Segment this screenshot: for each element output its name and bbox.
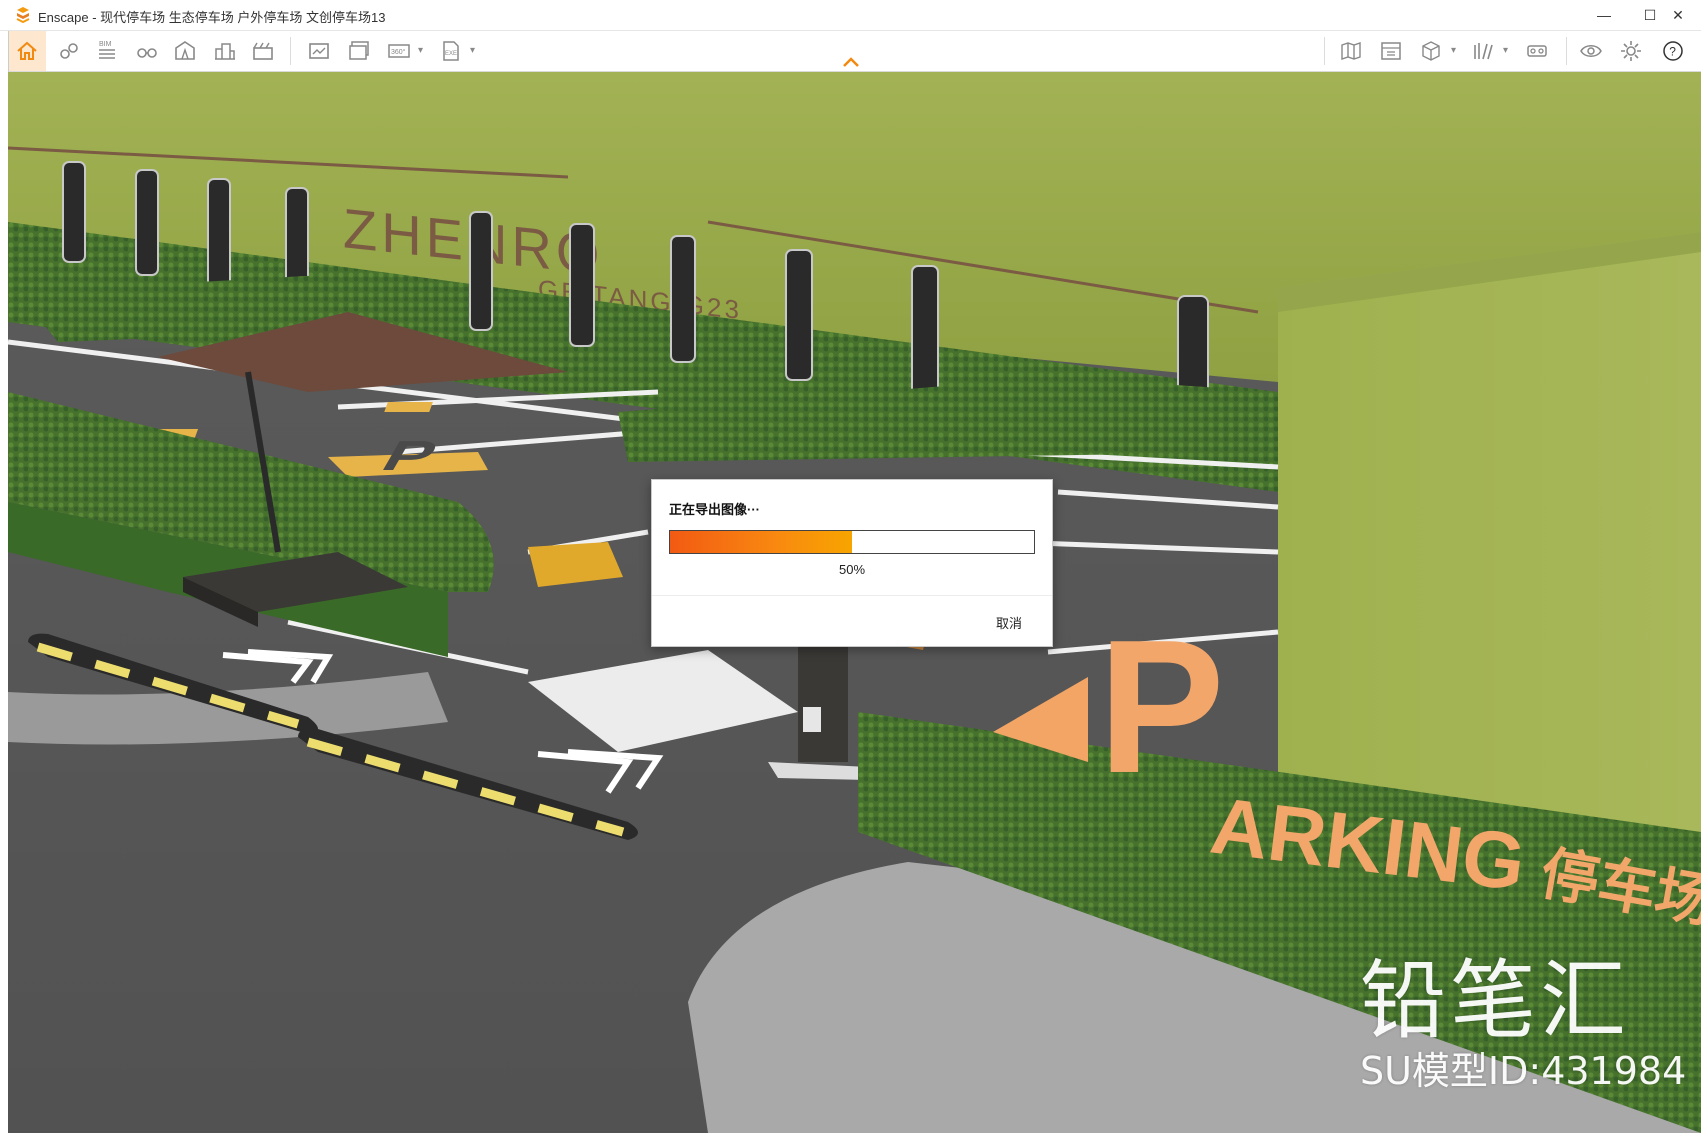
dialog-divider <box>652 595 1052 596</box>
close-button[interactable]: ✕ <box>1655 0 1701 30</box>
toolbar-separator <box>1324 37 1325 65</box>
cancel-button[interactable]: 取消 <box>996 613 1022 632</box>
collapse-toolbar-chevron-icon[interactable] <box>842 56 860 68</box>
progress-percent: 50% <box>838 562 866 577</box>
minimize-button[interactable]: — <box>1581 0 1627 30</box>
library-button[interactable] <box>1464 31 1502 71</box>
chevron-down-icon[interactable]: ▾ <box>470 45 475 56</box>
progress-bar <box>669 530 1035 554</box>
views-icon <box>1381 42 1401 60</box>
panorama-button[interactable]: 360° <box>380 31 418 71</box>
title-bar: Enscape - 现代停车场 生态停车场 户外停车场 文创停车场13 — ☐ … <box>0 0 1701 31</box>
gear-icon <box>1621 41 1641 61</box>
library-icon <box>1474 43 1493 60</box>
bim-list-icon: BIM <box>99 41 115 59</box>
batch-render-icon <box>349 41 369 60</box>
asset-library-icon <box>175 41 195 60</box>
link-button[interactable] <box>50 31 88 71</box>
home-button[interactable] <box>8 31 46 71</box>
svg-text:?: ? <box>1669 45 1676 59</box>
batch-render-button[interactable] <box>340 31 378 71</box>
settings-button[interactable] <box>1612 31 1650 71</box>
ev-charger <box>135 169 159 276</box>
toolbar-separator <box>290 37 291 65</box>
dialog-title: 正在导出图像··· <box>669 502 760 517</box>
svg-text:BIM: BIM <box>99 41 112 48</box>
watermark-model-id: SU模型ID:431984 <box>1360 1049 1687 1093</box>
help-button[interactable]: ? <box>1654 31 1692 71</box>
parking-big-p: P <box>1098 601 1225 813</box>
ev-charger <box>911 265 939 403</box>
ev-charger <box>785 249 813 381</box>
visibility-button[interactable] <box>1572 31 1610 71</box>
clapper-button[interactable] <box>244 31 282 71</box>
ev-charger <box>207 178 231 288</box>
map-icon <box>1341 42 1361 60</box>
enscape-logo-icon <box>16 7 30 23</box>
screenshot-button[interactable] <box>300 31 338 71</box>
ev-charger <box>569 223 595 347</box>
export-progress-dialog: 正在导出图像··· 50% 取消 <box>651 479 1053 647</box>
link-icon <box>60 43 78 59</box>
panorama-icon: 360° <box>388 44 410 58</box>
chevron-down-icon[interactable]: ▾ <box>1503 45 1508 56</box>
vr-headset-icon <box>1527 45 1547 57</box>
export-exe-icon: EXE <box>443 41 459 61</box>
buildings-button[interactable] <box>206 31 244 71</box>
binoculars-icon <box>137 48 157 58</box>
clapperboard-icon <box>253 42 273 60</box>
chevron-down-icon[interactable]: ▾ <box>418 45 423 56</box>
help-icon: ? <box>1663 41 1683 61</box>
svg-text:EXE: EXE <box>445 51 457 57</box>
home-icon <box>17 41 37 60</box>
eye-icon <box>1580 45 1602 57</box>
ev-charger <box>670 235 696 363</box>
ev-charger <box>62 161 86 263</box>
export-exe-button[interactable]: EXE <box>432 31 470 71</box>
vr-headset-button[interactable] <box>1518 31 1556 71</box>
views-button[interactable] <box>1372 31 1410 71</box>
screenshot-icon <box>309 43 329 59</box>
window-title: Enscape - 现代停车场 生态停车场 户外停车场 文创停车场13 <box>38 10 386 25</box>
watermark-brand: 铅笔汇 <box>1360 951 1630 1051</box>
box-button[interactable] <box>1412 31 1450 71</box>
cube-icon <box>1422 41 1440 61</box>
ev-charger <box>469 211 493 331</box>
bim-button[interactable]: BIM <box>88 31 126 71</box>
chevron-down-icon[interactable]: ▾ <box>1451 45 1456 56</box>
binoculars-button[interactable] <box>128 31 166 71</box>
map-button[interactable] <box>1332 31 1370 71</box>
progress-fill <box>670 531 852 553</box>
buildings-icon <box>215 43 235 60</box>
svg-text:360°: 360° <box>391 48 406 56</box>
asset-library-button[interactable] <box>166 31 204 71</box>
toolbar-separator <box>1566 37 1567 65</box>
